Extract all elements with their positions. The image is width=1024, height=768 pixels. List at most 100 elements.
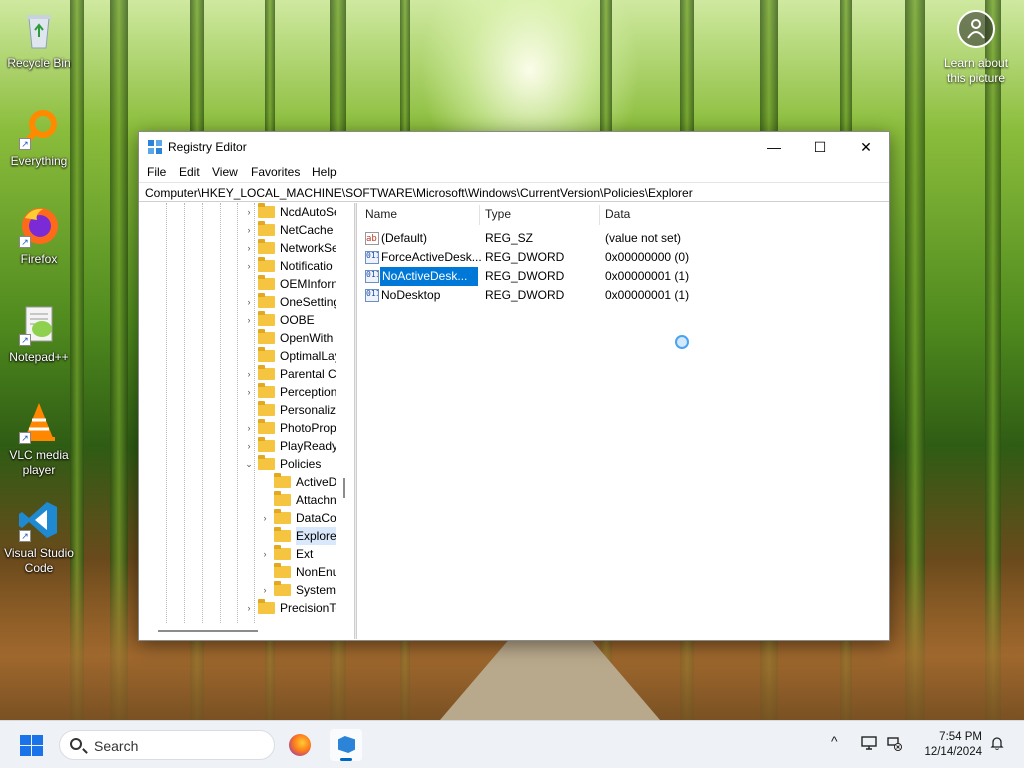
expand-chevron-icon[interactable]: › bbox=[243, 221, 255, 239]
maximize-button[interactable]: ☐ bbox=[797, 132, 843, 162]
expand-chevron-icon[interactable]: › bbox=[259, 545, 271, 563]
folder-icon bbox=[274, 473, 291, 488]
menu-favorites[interactable]: Favorites bbox=[251, 165, 300, 179]
column-divider[interactable] bbox=[599, 205, 600, 225]
expand-chevron-icon[interactable]: › bbox=[243, 257, 255, 275]
tree-node-label: OneSetting bbox=[280, 295, 336, 309]
expand-chevron-icon[interactable]: › bbox=[243, 239, 255, 257]
value-type: REG_SZ bbox=[485, 231, 534, 245]
value-row[interactable]: ab (Default) REG_SZ (value not set) bbox=[358, 229, 888, 248]
start-button[interactable] bbox=[20, 735, 44, 757]
notification-bell-icon[interactable] bbox=[989, 735, 1005, 754]
display-settings-icon[interactable] bbox=[861, 735, 877, 754]
tree-node-label: NetCache bbox=[280, 223, 334, 237]
tree-guide-line bbox=[220, 203, 221, 623]
expand-chevron-icon[interactable]: › bbox=[259, 581, 271, 599]
learn-about-picture-button[interactable]: Learn about this picture bbox=[936, 10, 1016, 86]
firefox-icon: ↗ bbox=[17, 204, 61, 248]
desktop-icon-vlc[interactable]: ↗ VLC media player bbox=[2, 400, 76, 478]
expand-chevron-icon[interactable]: › bbox=[243, 203, 255, 221]
address-bar[interactable]: Computer\HKEY_LOCAL_MACHINE\SOFTWARE\Mic… bbox=[139, 182, 889, 202]
tree-node-label: Parental Co bbox=[280, 367, 336, 381]
column-header-type[interactable]: Type bbox=[485, 207, 511, 221]
tree-node-label: Policies bbox=[280, 457, 322, 471]
expand-chevron-icon bbox=[243, 329, 255, 347]
value-data: 0x00000001 (1) bbox=[605, 288, 690, 302]
value-data: (value not set) bbox=[605, 231, 682, 245]
expand-chevron-icon[interactable]: › bbox=[243, 383, 255, 401]
tree-node-label: OpenWith bbox=[280, 331, 334, 345]
learn-about-label: Learn about this picture bbox=[943, 56, 1009, 85]
desktop-icon-notepad-plus-plus[interactable]: ↗ Notepad++ bbox=[2, 302, 76, 365]
value-name: (Default) bbox=[381, 231, 428, 245]
menu-view[interactable]: View bbox=[212, 165, 238, 179]
expand-chevron-icon[interactable]: › bbox=[259, 509, 271, 527]
registry-editor-icon bbox=[147, 139, 163, 155]
taskbar-clock[interactable]: 7:54 PM 12/14/2024 bbox=[912, 730, 982, 760]
menu-edit[interactable]: Edit bbox=[179, 165, 200, 179]
folder-icon bbox=[274, 509, 291, 524]
folder-icon bbox=[258, 455, 275, 470]
firefox-icon bbox=[289, 734, 311, 756]
desktop-icon-vscode[interactable]: ↗ Visual Studio Code bbox=[2, 498, 76, 576]
desktop-icon-firefox[interactable]: ↗ Firefox bbox=[2, 204, 76, 267]
windows-logo-icon bbox=[32, 735, 43, 745]
column-divider[interactable] bbox=[479, 205, 480, 225]
expand-chevron-icon bbox=[243, 401, 255, 419]
tree-node-label: NcdAutoSe bbox=[280, 205, 336, 219]
taskbar-firefox-button[interactable] bbox=[284, 729, 316, 761]
expand-chevron-icon[interactable]: › bbox=[243, 293, 255, 311]
expand-chevron-icon[interactable]: › bbox=[243, 311, 255, 329]
taskbar-registry-editor-button[interactable] bbox=[330, 729, 362, 761]
value-data: 0x00000001 (1) bbox=[605, 269, 690, 283]
tree-vertical-scrollbar[interactable] bbox=[338, 203, 352, 639]
registry-editor-window[interactable]: Registry Editor — ☐ ✕ File Edit View Fav… bbox=[138, 131, 890, 641]
binary-value-icon: 011 bbox=[365, 251, 379, 264]
window-titlebar[interactable]: Registry Editor — ☐ ✕ bbox=[139, 132, 889, 162]
tree-node-label: PrecisionTo bbox=[280, 601, 336, 615]
expand-chevron-icon[interactable]: › bbox=[243, 419, 255, 437]
close-button[interactable]: ✕ bbox=[843, 132, 889, 162]
shortcut-arrow-icon: ↗ bbox=[19, 334, 31, 346]
value-row[interactable]: 011ForceActiveDesk...REG_DWORD 0x00000000… bbox=[358, 248, 888, 267]
value-type: REG_DWORD bbox=[485, 269, 565, 283]
expand-chevron-icon[interactable]: › bbox=[243, 599, 255, 617]
scroll-thumb[interactable] bbox=[158, 630, 258, 632]
values-pane[interactable]: Name Type Data ab (Default) REG_SZ (value n… bbox=[358, 203, 888, 639]
tree-guide-line bbox=[237, 203, 238, 623]
search-icon bbox=[70, 738, 82, 750]
menu-bar: File Edit View Favorites Help bbox=[139, 162, 889, 182]
desktop-icon-recycle-bin[interactable]: Recycle Bin bbox=[2, 8, 76, 71]
key-tree-pane[interactable]: › NcdAutoSe › NetCache › NetworkSe › Notificati… bbox=[140, 203, 336, 623]
tree-horizontal-scrollbar[interactable] bbox=[140, 623, 336, 639]
column-header-name[interactable]: Name bbox=[365, 207, 397, 221]
expand-chevron-icon[interactable]: › bbox=[243, 437, 255, 455]
folder-icon bbox=[274, 491, 291, 506]
expand-chevron-icon bbox=[259, 563, 271, 581]
pane-splitter[interactable] bbox=[354, 203, 357, 639]
value-row[interactable]: 011NoActiveDesk... REG_DWORD 0x00000001 (1… bbox=[358, 267, 888, 286]
windows-logo-icon bbox=[20, 735, 31, 745]
desktop-icon-label: Notepad++ bbox=[9, 350, 69, 364]
network-disconnected-icon[interactable] bbox=[886, 735, 902, 754]
column-header-data[interactable]: Data bbox=[605, 207, 630, 221]
desktop-icon-everything[interactable]: ↗ Everything bbox=[2, 106, 76, 169]
tray-overflow-chevron-icon[interactable]: ^ bbox=[831, 733, 838, 749]
tree-node-label: OOBE bbox=[280, 313, 315, 327]
tree-node-label: NetworkSe bbox=[280, 241, 336, 255]
string-value-icon: ab bbox=[365, 232, 379, 245]
scroll-thumb[interactable] bbox=[343, 478, 345, 498]
value-row[interactable]: 011NoDesktop REG_DWORD 0x00000001 (1) bbox=[358, 286, 888, 305]
tree-guide-line bbox=[202, 203, 203, 623]
menu-file[interactable]: File bbox=[147, 165, 166, 179]
tree-node-label: System bbox=[296, 583, 336, 597]
folder-icon bbox=[258, 329, 275, 344]
taskbar-search-box[interactable]: Search bbox=[59, 730, 275, 760]
windows-logo-icon bbox=[20, 746, 31, 756]
menu-help[interactable]: Help bbox=[312, 165, 337, 179]
minimize-button[interactable]: — bbox=[751, 132, 797, 162]
expand-chevron-icon[interactable]: › bbox=[243, 365, 255, 383]
folder-icon bbox=[258, 239, 275, 254]
desktop-icon-label: Everything bbox=[10, 154, 68, 168]
collapse-chevron-icon[interactable]: ⌄ bbox=[243, 455, 255, 473]
